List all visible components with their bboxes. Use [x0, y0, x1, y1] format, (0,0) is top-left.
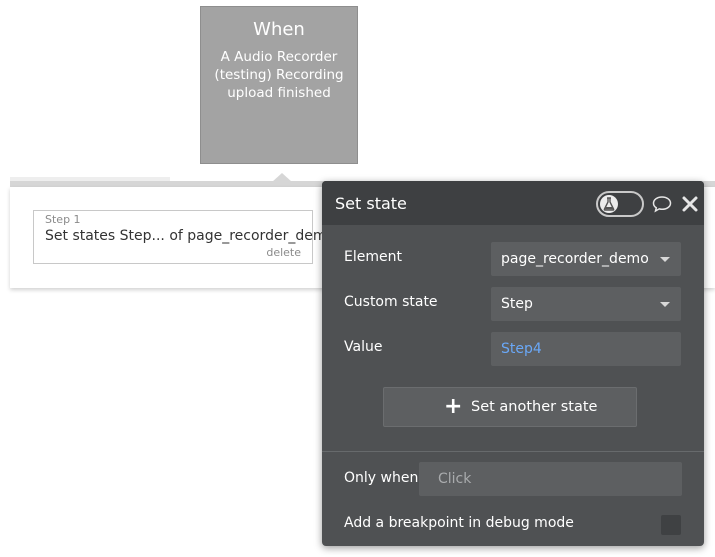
custom-state-label: Custom state — [344, 294, 438, 310]
value-input[interactable]: Step4 — [491, 332, 681, 366]
step-card[interactable]: Step 1 Set states Step... of page_record… — [33, 210, 335, 264]
value-expression: Step4 — [501, 341, 542, 357]
panel-header: Set state — [322, 181, 704, 225]
step-description: Set states Step... of page_recorder_demo — [45, 228, 336, 244]
chevron-down-icon — [660, 302, 670, 307]
only-when-placeholder: Click — [438, 471, 472, 487]
value-label: Value — [344, 339, 383, 355]
chevron-down-icon — [660, 257, 670, 262]
close-icon[interactable] — [680, 194, 700, 214]
only-when-label: Only when — [344, 470, 419, 486]
breakpoint-checkbox[interactable] — [661, 515, 681, 535]
when-title: When — [253, 19, 305, 40]
panel-title: Set state — [335, 194, 407, 213]
element-label: Element — [344, 249, 402, 265]
panel-divider — [322, 451, 704, 452]
only-when-input[interactable]: Click — [419, 462, 682, 496]
plus-icon: + — [444, 394, 463, 419]
element-value: page_recorder_demo — [501, 251, 649, 267]
set-another-state-label: Set another state — [471, 399, 598, 415]
set-another-state-button[interactable]: + Set another state — [383, 387, 637, 427]
element-dropdown[interactable]: page_recorder_demo — [491, 242, 681, 276]
when-event-box[interactable]: When A Audio Recorder (testing) Recordin… — [200, 6, 358, 164]
flask-icon — [603, 197, 615, 211]
comment-icon[interactable] — [652, 194, 672, 214]
toggle-knob — [600, 195, 618, 213]
step-number: Step 1 — [45, 213, 81, 226]
breakpoint-label: Add a breakpoint in debug mode — [344, 515, 574, 531]
custom-state-dropdown[interactable]: Step — [491, 287, 681, 321]
workflow-canvas: When A Audio Recorder (testing) Recordin… — [0, 0, 715, 557]
step-delete-link[interactable]: delete — [266, 246, 301, 259]
when-description: A Audio Recorder (testing) Recording upl… — [214, 49, 344, 101]
set-state-panel: Set state Element page_recorder_demo Cus… — [322, 181, 704, 546]
debug-toggle[interactable] — [596, 191, 644, 217]
custom-state-value: Step — [501, 296, 533, 312]
